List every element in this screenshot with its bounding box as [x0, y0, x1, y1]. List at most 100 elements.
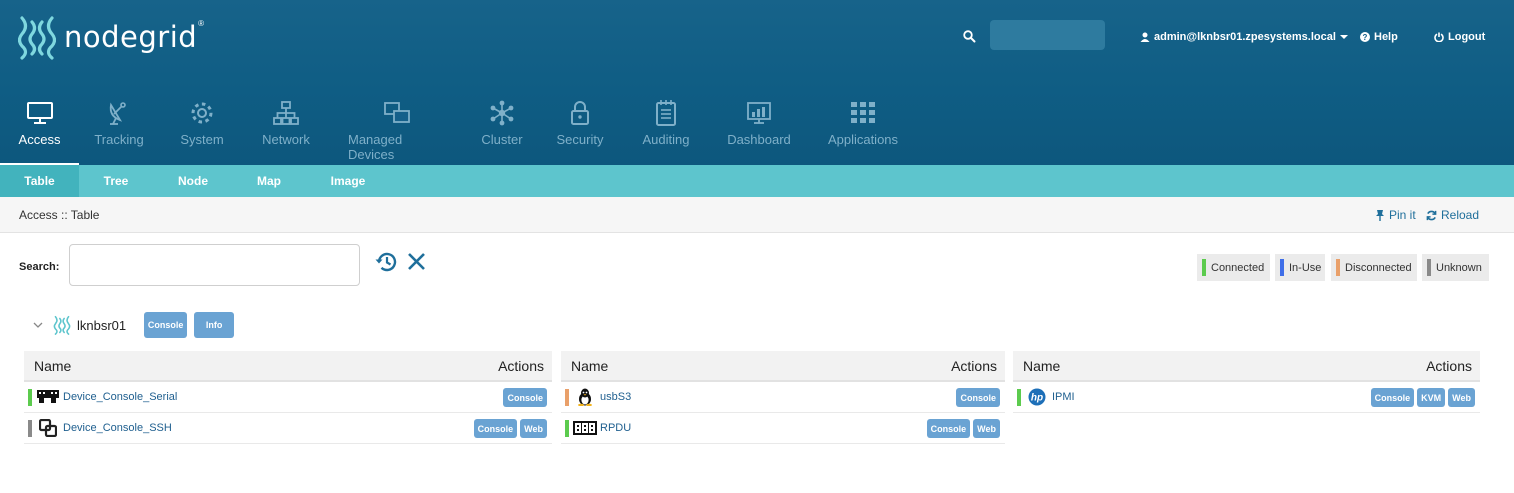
lock-icon	[569, 97, 591, 129]
legend-swatch	[1202, 259, 1206, 276]
search-input[interactable]	[69, 244, 360, 286]
ssh-link-icon	[36, 419, 60, 437]
legend-in-use: In-Use	[1275, 254, 1325, 281]
nav-system[interactable]: System	[178, 92, 226, 165]
logout-label: Logout	[1448, 31, 1486, 43]
logo-registered-mark: ®	[198, 18, 205, 28]
help-link[interactable]: ? Help	[1360, 31, 1398, 43]
nav-access[interactable]: Access	[0, 92, 79, 166]
kvm-button[interactable]: KVM	[1417, 388, 1446, 407]
status-bar	[565, 420, 569, 437]
history-icon[interactable]	[374, 250, 398, 279]
device-link[interactable]: usbS3	[600, 391, 631, 403]
nav-label: Network	[262, 132, 310, 147]
web-button[interactable]: Web	[520, 419, 547, 438]
device-link[interactable]: Device_Console_Serial	[63, 391, 177, 403]
user-menu[interactable]: admin@lknbsr01.zpesystems.local	[1140, 31, 1348, 43]
subtab-node[interactable]: Node	[170, 165, 216, 197]
reload-link[interactable]: Reload	[1426, 208, 1479, 222]
svg-text:hp: hp	[1031, 393, 1043, 404]
close-icon[interactable]	[407, 252, 426, 276]
legend-label: Disconnected	[1345, 261, 1412, 274]
user-name: admin@lknbsr01.zpesystems.local	[1154, 31, 1336, 43]
web-button[interactable]: Web	[1448, 388, 1475, 407]
nav-label: Access	[18, 132, 61, 147]
actions-column-header: Actions	[498, 358, 544, 374]
device-console-button[interactable]: Console	[144, 312, 188, 338]
status-bar	[565, 389, 569, 406]
nav-managed-devices[interactable]: Managed Devices	[348, 92, 446, 165]
nav-label: Dashboard	[727, 132, 791, 147]
nav-label: Cluster	[481, 132, 523, 147]
status-bar	[1017, 389, 1021, 406]
device-link[interactable]: RPDU	[600, 422, 631, 434]
question-icon: ?	[1360, 32, 1370, 42]
console-button[interactable]: Console	[956, 388, 1000, 407]
svg-text:?: ?	[1363, 33, 1368, 42]
breadcrumb: Access :: Table	[19, 208, 100, 222]
subtab-map[interactable]: Map	[247, 165, 291, 197]
row-actions: Console	[956, 388, 1000, 407]
nav-applications[interactable]: Applications	[826, 92, 900, 165]
table-header: Name Actions	[1013, 351, 1480, 382]
row-actions: Console KVM Web	[1370, 388, 1475, 407]
pin-it-link[interactable]: Pin it	[1375, 208, 1416, 222]
legend-disconnected: Disconnected	[1331, 254, 1417, 281]
logout-link[interactable]: Logout	[1434, 31, 1485, 43]
console-button[interactable]: Console	[503, 388, 547, 407]
reload-label: Reload	[1441, 208, 1480, 222]
row-actions: Console Web	[473, 419, 547, 438]
nav-label: Tracking	[94, 132, 144, 147]
console-button[interactable]: Console	[473, 419, 518, 438]
device-table-3: Name Actions hp IPMI Console KVM Web	[1013, 351, 1480, 413]
nodegrid-logo[interactable]: nodegrid ®	[18, 14, 204, 60]
device-info-button[interactable]: Info	[194, 312, 235, 338]
breadcrumb-bar: Access :: Table Pin it Reload	[0, 197, 1514, 233]
pin-it-label: Pin it	[1389, 208, 1416, 222]
console-button[interactable]: Console	[1370, 388, 1415, 407]
chevron-down-icon[interactable]	[33, 322, 43, 329]
power-icon	[1434, 32, 1444, 42]
nav-tracking[interactable]: Tracking	[90, 92, 148, 165]
satellite-dish-icon	[106, 97, 132, 129]
device-link[interactable]: Device_Console_SSH	[63, 422, 172, 434]
nav-dashboard[interactable]: Dashboard	[727, 92, 791, 165]
status-bar	[28, 389, 32, 406]
nav-security[interactable]: Security	[556, 92, 604, 165]
actions-column-header: Actions	[951, 358, 997, 374]
nav-label: Security	[556, 132, 604, 147]
help-label: Help	[1374, 31, 1398, 43]
table-row: Device_Console_Serial Console	[24, 382, 552, 413]
table-row: hp IPMI Console KVM Web	[1013, 382, 1480, 413]
table-header: Name Actions	[24, 351, 552, 382]
nav-cluster[interactable]: Cluster	[479, 92, 525, 165]
web-button[interactable]: Web	[973, 419, 1000, 438]
subtab-table[interactable]: Table	[0, 165, 79, 197]
console-button[interactable]: Console	[926, 419, 971, 438]
nodegrid-logo-icon	[18, 16, 56, 60]
global-search-input[interactable]	[990, 20, 1105, 50]
devices-icon	[383, 97, 411, 129]
legend-unknown: Unknown	[1422, 254, 1489, 281]
name-column-header: Name	[34, 358, 72, 374]
legend-label: In-Use	[1289, 261, 1322, 274]
search-icon[interactable]	[963, 30, 976, 48]
status-bar	[28, 420, 32, 437]
dashboard-icon	[746, 97, 772, 129]
device-name: lknbsr01	[77, 317, 127, 333]
nav-network[interactable]: Network	[259, 92, 313, 165]
table-header: Name Actions	[561, 351, 1005, 382]
nav-label: Managed Devices	[348, 132, 403, 162]
device-link[interactable]: IPMI	[1052, 391, 1075, 403]
logo-text: nodegrid	[64, 20, 198, 54]
refresh-icon	[1426, 210, 1437, 220]
sub-nav: Table Tree Node Map Image	[0, 165, 1514, 197]
monitor-icon	[26, 97, 54, 129]
notepad-icon	[655, 97, 677, 129]
nav-label: Applications	[827, 132, 899, 147]
pin-icon	[1376, 210, 1384, 221]
subtab-tree[interactable]: Tree	[93, 165, 139, 197]
nav-auditing[interactable]: Auditing	[640, 92, 692, 165]
subtab-image[interactable]: Image	[324, 165, 372, 197]
legend-label: Connected	[1211, 261, 1265, 274]
